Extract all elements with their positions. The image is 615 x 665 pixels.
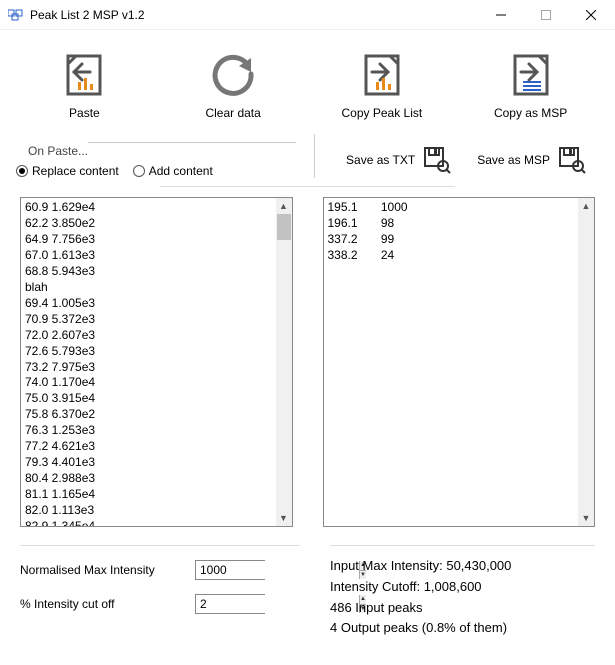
scroll-thumb[interactable] [277, 214, 291, 240]
save-icon [558, 146, 586, 174]
save-icon [423, 146, 451, 174]
divider [314, 134, 315, 178]
on-paste-group: On Paste... Replace content Add content [16, 134, 296, 178]
input-textbox[interactable]: 60.9 1.629e4 62.2 3.850e2 64.9 7.756e3 6… [20, 197, 293, 527]
output-textbox[interactable]: 195.1 1000 196.1 98 337.2 99 338.2 24 ▲ … [323, 197, 596, 527]
scroll-down-icon[interactable]: ▼ [276, 510, 292, 526]
clear-button[interactable]: Clear data [173, 50, 293, 120]
toolbar: Paste Clear data Copy Peak List [0, 30, 615, 130]
copy-msp-button[interactable]: Copy as MSP [471, 50, 591, 120]
close-button[interactable] [568, 1, 613, 29]
stats-panel: Input Max Intensity: 50,430,000 Intensit… [330, 545, 595, 639]
input-text: 60.9 1.629e4 62.2 3.850e2 64.9 7.756e3 6… [21, 198, 292, 526]
refresh-icon [209, 50, 257, 98]
save-msp-button[interactable]: Save as MSP [477, 146, 586, 174]
copy-msp-icon [507, 50, 555, 98]
output-text: 195.1 1000 196.1 98 337.2 99 338.2 24 [324, 198, 595, 526]
paste-button[interactable]: Paste [24, 50, 144, 120]
paste-label: Paste [69, 106, 100, 120]
stat-max-intensity: Input Max Intensity: 50,430,000 [330, 556, 595, 577]
titlebar: Peak List 2 MSP v1.2 [0, 0, 615, 30]
scrollbar[interactable]: ▲ ▼ [276, 198, 292, 526]
clear-label: Clear data [205, 106, 260, 120]
text-panels: 60.9 1.629e4 62.2 3.850e2 64.9 7.756e3 6… [0, 187, 615, 537]
norm-max-spinner[interactable]: ▲ ▼ [195, 560, 265, 580]
copy-msp-label: Copy as MSP [494, 106, 567, 120]
copy-peak-button[interactable]: Copy Peak List [322, 50, 442, 120]
window-title: Peak List 2 MSP v1.2 [30, 8, 478, 22]
divider [88, 142, 296, 143]
stat-cutoff: Intensity Cutoff: 1,008,600 [330, 577, 595, 598]
copy-peak-label: Copy Peak List [342, 106, 423, 120]
radio-replace[interactable]: Replace content [16, 164, 119, 178]
maximize-button [523, 1, 568, 29]
cutoff-spinner[interactable]: ▲ ▼ [195, 594, 265, 614]
bottom-row: Normalised Max Intensity ▲ ▼ % Intensity… [0, 537, 615, 647]
save-msp-label: Save as MSP [477, 153, 550, 167]
options-row: On Paste... Replace content Add content … [0, 130, 615, 186]
on-paste-title: On Paste... [24, 144, 92, 158]
paste-icon [60, 50, 108, 98]
stat-output-peaks: 4 Output peaks (0.8% of them) [330, 618, 595, 639]
minimize-button[interactable] [478, 1, 523, 29]
controls-panel: Normalised Max Intensity ▲ ▼ % Intensity… [20, 545, 300, 639]
radio-add-label: Add content [149, 164, 213, 178]
radio-dot-icon [16, 165, 28, 177]
scroll-down-icon[interactable]: ▼ [578, 510, 594, 526]
radio-dot-icon [133, 165, 145, 177]
radio-add[interactable]: Add content [133, 164, 213, 178]
norm-max-label: Normalised Max Intensity [20, 563, 195, 577]
scroll-up-icon[interactable]: ▲ [276, 198, 292, 214]
app-icon [8, 7, 24, 23]
scroll-up-icon[interactable]: ▲ [578, 198, 594, 214]
save-txt-label: Save as TXT [346, 153, 415, 167]
stat-input-peaks: 486 Input peaks [330, 598, 595, 619]
cutoff-label: % Intensity cut off [20, 597, 195, 611]
save-txt-button[interactable]: Save as TXT [346, 146, 451, 174]
scrollbar[interactable]: ▲ ▼ [578, 198, 594, 526]
copy-peak-icon [358, 50, 406, 98]
radio-replace-label: Replace content [32, 164, 119, 178]
